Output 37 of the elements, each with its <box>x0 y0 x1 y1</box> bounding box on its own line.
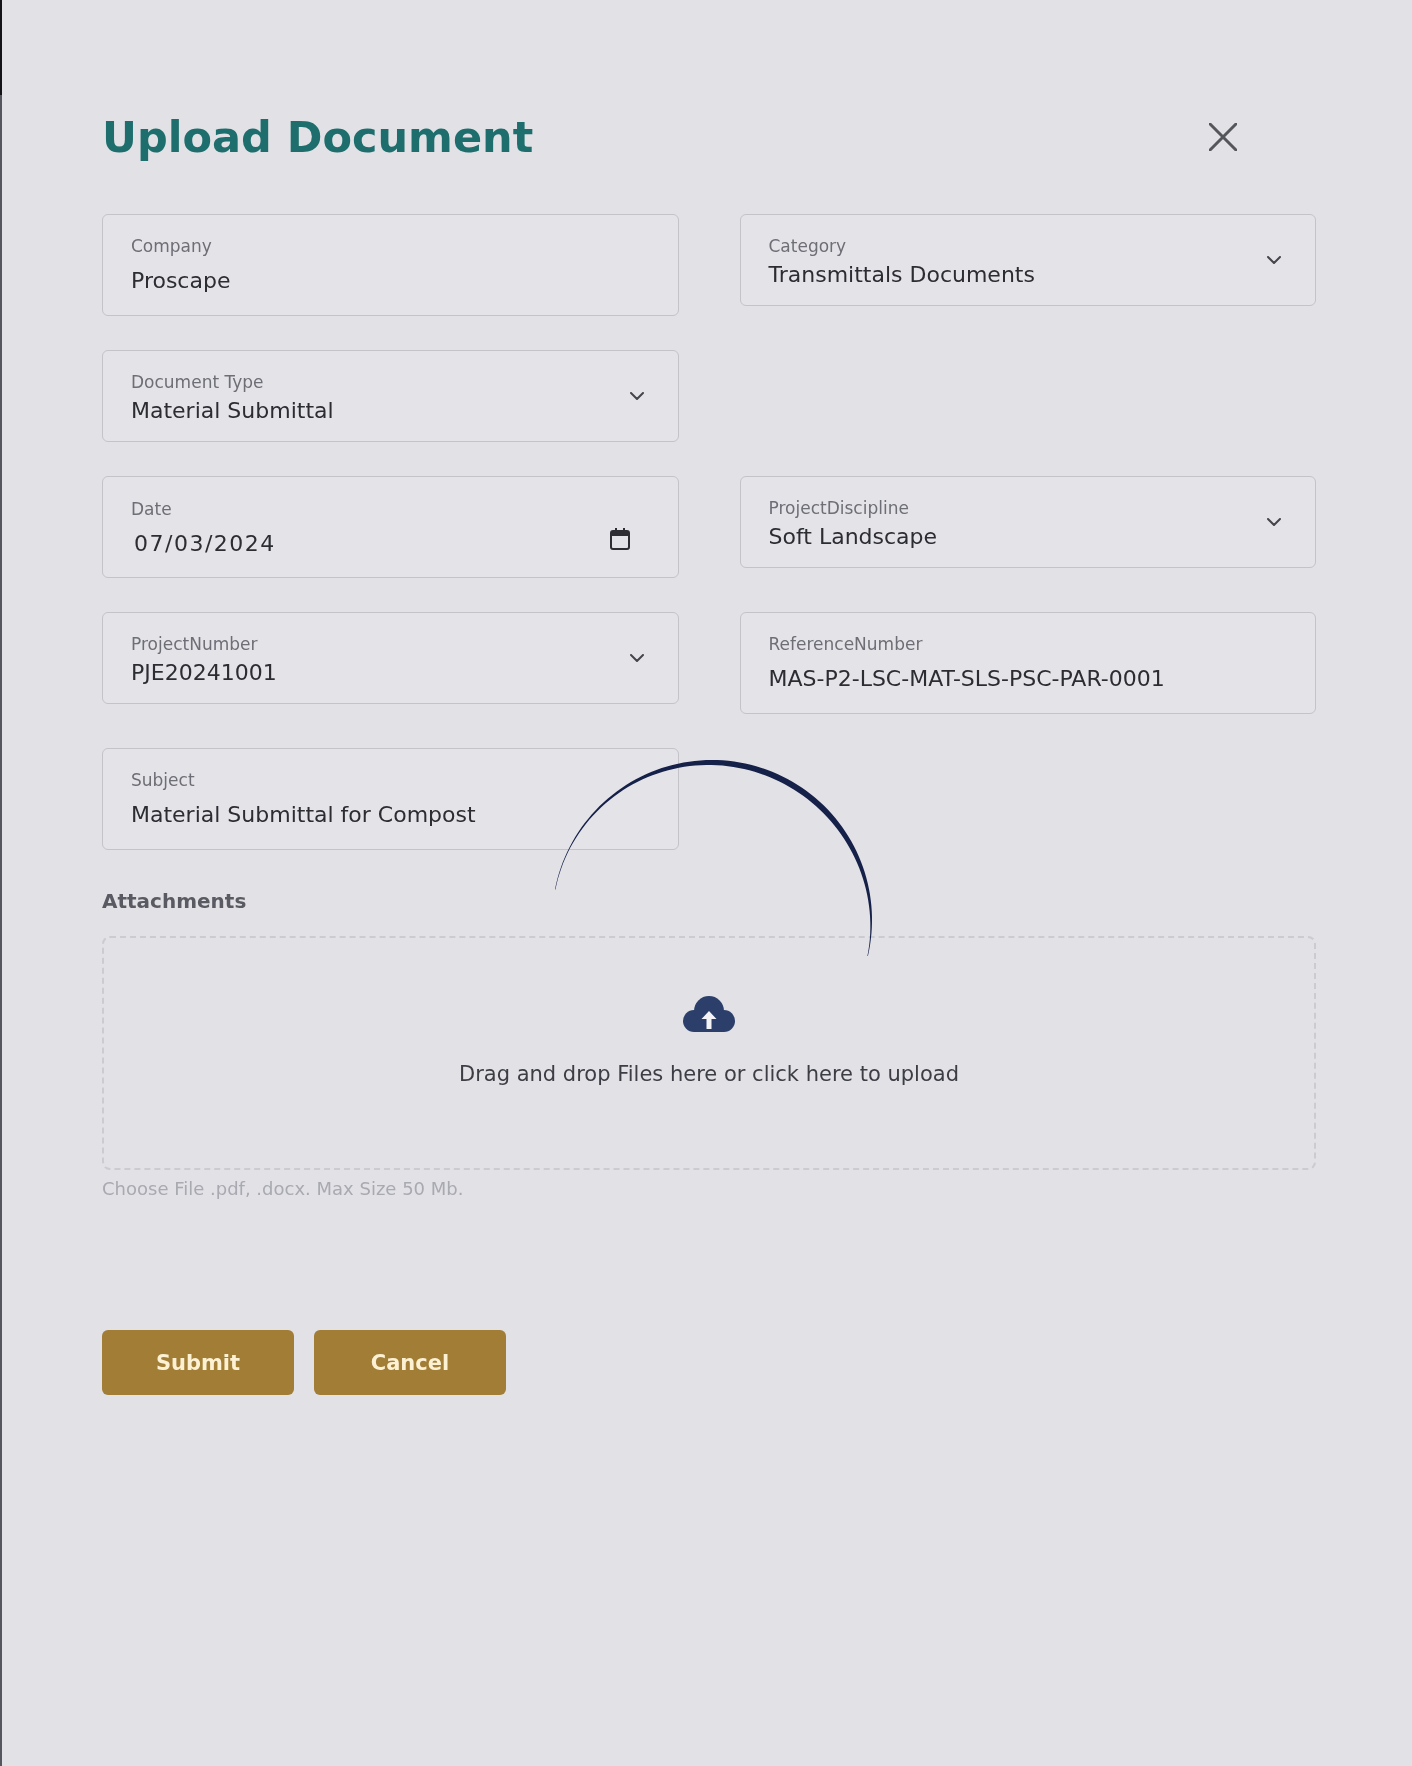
field-label: Subject <box>131 769 195 792</box>
field-value: Material Submittal <box>131 397 334 425</box>
calendar-icon[interactable] <box>609 528 630 550</box>
field-value: Material Submittal for Compost <box>131 801 476 829</box>
field-label: Company <box>131 235 212 258</box>
field-label: ProjectDiscipline <box>768 497 909 520</box>
file-hint: Choose File .pdf, .docx. Max Size 50 Mb. <box>102 1177 464 1201</box>
field-value: PJE20241001 <box>131 659 277 687</box>
field-label: Category <box>768 235 847 258</box>
field-label: ReferenceNumber <box>768 633 923 656</box>
cloud-upload-icon <box>683 996 735 1032</box>
dropdown-field[interactable]: ProjectDiscipline Soft Landscape <box>739 476 1316 568</box>
close-button[interactable] <box>1209 123 1237 151</box>
close-icon <box>1209 123 1237 151</box>
chevron-down-icon <box>629 654 644 662</box>
dropdown-field[interactable]: Document Type Material Submittal <box>102 350 679 442</box>
upload-dropzone[interactable]: Drag and drop Files here or click here to upload <box>102 936 1316 1170</box>
field-label: Document Type <box>131 371 264 394</box>
chevron-down-icon <box>1267 518 1281 526</box>
field-value: MAS-P2-LSC-MAT-SLS-PSC-PAR-0001 <box>768 665 1165 693</box>
field-label: Date <box>131 498 172 521</box>
chevron-down-icon <box>629 392 644 400</box>
field-value: Proscape <box>131 267 231 295</box>
chevron-down-icon <box>1267 256 1281 264</box>
dropdown-field[interactable]: Category Transmittals Documents <box>739 214 1316 306</box>
field-label: ProjectNumber <box>131 633 258 656</box>
dialog-title: Upload Document <box>102 111 534 164</box>
dropdown-field[interactable]: ProjectNumber PJE20241001 <box>102 612 679 704</box>
section-label: Attachments <box>102 888 247 915</box>
date-field[interactable]: Date 07/03/2024 <box>102 476 679 578</box>
dropzone-text: Drag and drop Files here or click here to upload <box>459 1061 959 1088</box>
field-value: Soft Landscape <box>768 523 938 551</box>
field-value: 07/03/2024 <box>133 530 276 558</box>
text-field[interactable]: Subject Material Submittal for Compost <box>102 748 679 850</box>
field-value: Transmittals Documents <box>768 261 1035 289</box>
text-field[interactable]: Company Proscape <box>102 214 679 316</box>
text-field[interactable]: ReferenceNumber MAS-P2-LSC-MAT-SLS-PSC-PAR-0001 <box>739 612 1316 714</box>
